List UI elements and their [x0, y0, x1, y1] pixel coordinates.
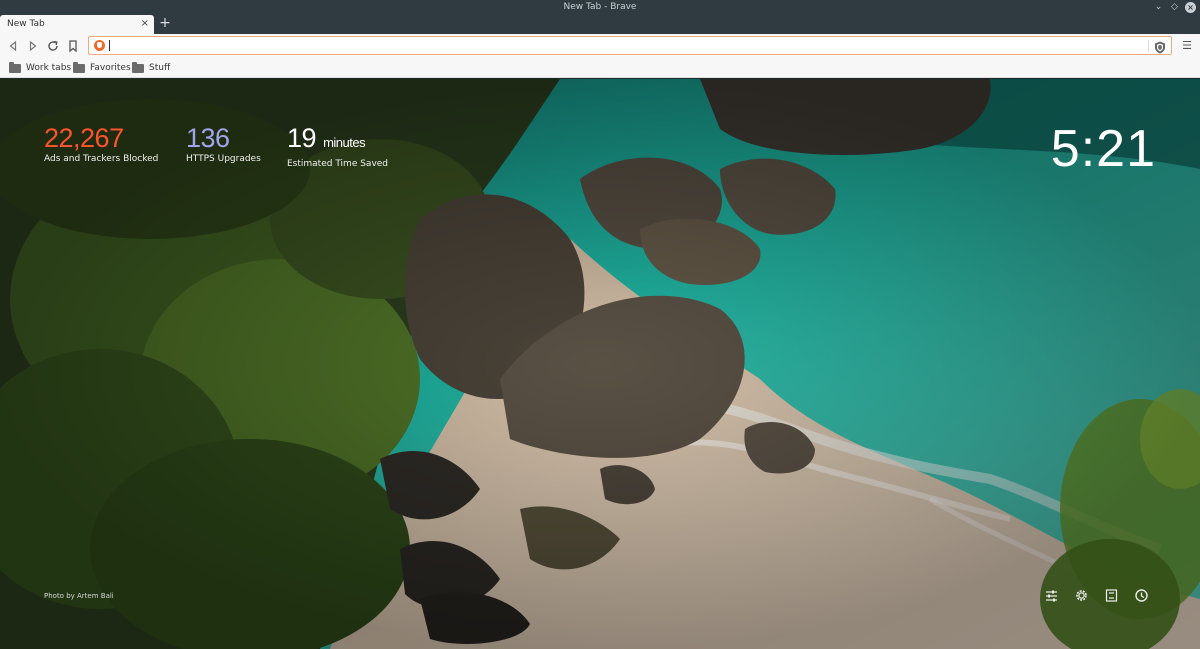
close-tab-icon[interactable]: × — [141, 18, 149, 30]
stat-ads-blocked: 22,267 Ads and Trackers Blocked — [44, 123, 158, 164]
bookmarks-bar: Work tabs Favorites Stuff — [0, 58, 1200, 78]
sliders-icon[interactable] — [1044, 588, 1059, 603]
bookmark-label: Work tabs — [26, 63, 72, 73]
folder-icon — [132, 61, 144, 73]
bookmark-folder-favorites[interactable]: Favorites — [73, 61, 131, 75]
window-title: New Tab - Brave — [563, 2, 637, 12]
ads-blocked-count: 22,267 — [44, 123, 124, 153]
clock: 5:21 — [1050, 120, 1156, 178]
ads-blocked-label: Ads and Trackers Blocked — [44, 154, 159, 164]
https-upgrades-label: HTTPS Upgrades — [186, 154, 261, 164]
new-tab-button[interactable]: + — [158, 15, 172, 31]
bookmark-folder-work-tabs[interactable]: Work tabs — [9, 61, 71, 75]
url-bar[interactable] — [88, 36, 1172, 55]
minimize-icon[interactable]: ⌄ — [1153, 2, 1164, 13]
close-window-icon[interactable]: × — [1185, 2, 1196, 13]
stat-time-saved: 19 minutes Estimated Time Saved — [287, 123, 388, 169]
tab-new-tab[interactable]: New Tab × — [0, 15, 154, 35]
url-separator — [1148, 40, 1149, 52]
photo-credit[interactable]: Photo by Artem Bali — [44, 592, 114, 600]
background-photo — [0, 79, 1200, 649]
maximize-icon[interactable]: ◇ — [1169, 2, 1180, 13]
bookmark-label: Stuff — [149, 63, 171, 73]
hamburger-menu-icon[interactable]: ☰ — [1181, 38, 1193, 54]
tab-label: New Tab — [7, 19, 45, 29]
gear-icon[interactable] — [1074, 588, 1089, 603]
reload-icon[interactable] — [45, 38, 61, 54]
window-titlebar: New Tab - Brave ⌄ ◇ × New Tab × + — [0, 0, 1200, 35]
bookmark-icon[interactable] — [65, 38, 81, 54]
brave-lion-icon[interactable] — [94, 40, 105, 51]
history-icon[interactable] — [1134, 588, 1149, 603]
time-saved-unit: minutes — [323, 135, 366, 150]
https-upgrades-count: 136 — [186, 123, 230, 153]
time-saved-number: 19 — [287, 123, 317, 153]
bookmark-folder-stuff[interactable]: Stuff — [132, 61, 170, 75]
folder-icon — [9, 61, 21, 73]
window-controls: ⌄ ◇ × — [1153, 2, 1196, 13]
time-saved-value: 19 minutes — [287, 123, 388, 158]
stat-https-upgrades: 136 HTTPS Upgrades — [186, 123, 261, 164]
text-caret — [109, 40, 110, 51]
page-controls — [1044, 588, 1149, 603]
url-input[interactable] — [109, 38, 1129, 53]
time-saved-label: Estimated Time Saved — [287, 159, 389, 169]
folder-icon — [73, 61, 85, 73]
navigation-toolbar: ☰ — [0, 34, 1200, 58]
forward-icon[interactable] — [25, 38, 41, 54]
brave-shields-icon[interactable] — [1154, 39, 1166, 54]
bookmark-label: Favorites — [90, 63, 131, 73]
back-icon[interactable] — [5, 38, 21, 54]
bookmark-save-icon[interactable] — [1104, 588, 1119, 603]
new-tab-page: 22,267 Ads and Trackers Blocked 136 HTTP… — [0, 79, 1200, 649]
